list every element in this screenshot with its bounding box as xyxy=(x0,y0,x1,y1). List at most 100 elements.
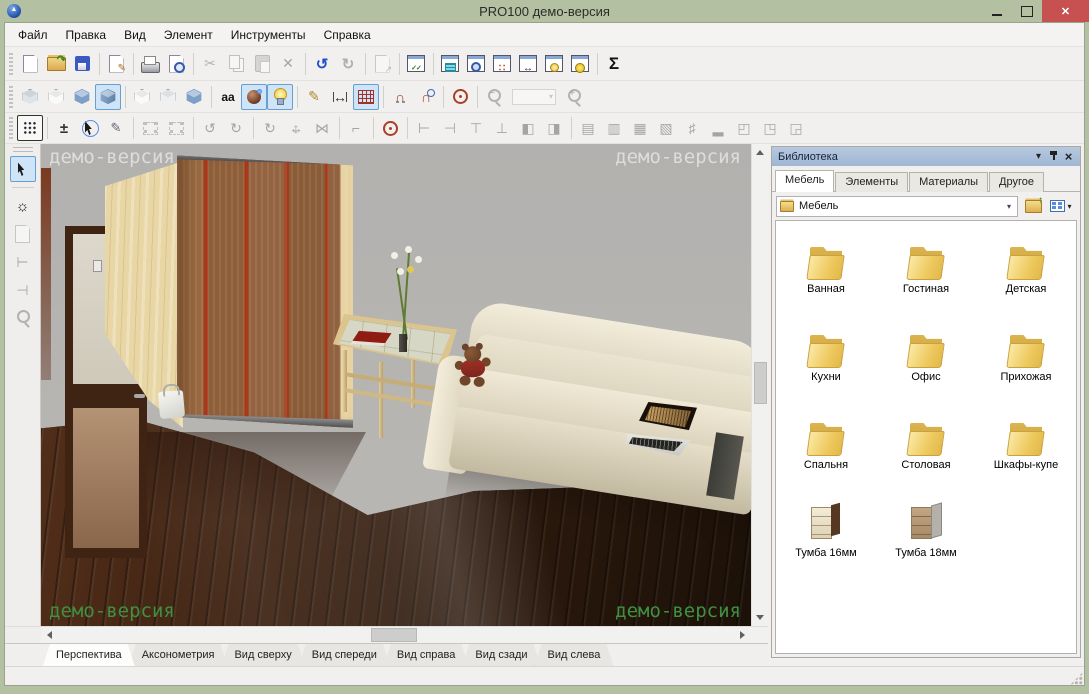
align-top[interactable]: ⊤ xyxy=(463,115,489,141)
report-price[interactable] xyxy=(567,51,593,77)
zoom-out[interactable]: − xyxy=(481,84,507,110)
undo[interactable]: ↺ xyxy=(309,51,335,77)
zoom-in[interactable]: + xyxy=(561,84,587,110)
library-tab[interactable]: Материалы xyxy=(909,172,988,192)
vertical-scrollbar[interactable] xyxy=(751,144,768,626)
align-bottom[interactable]: ⊥ xyxy=(489,115,515,141)
chevron-down-icon[interactable] xyxy=(1001,197,1017,216)
library-item[interactable]: Ванная xyxy=(776,227,876,315)
scroll-up-arrow[interactable] xyxy=(752,144,769,161)
horizontal-scroll-thumb[interactable] xyxy=(371,628,417,642)
rotate[interactable]: ↻ xyxy=(257,115,283,141)
shrink-right[interactable]: ◳ xyxy=(757,115,783,141)
pin-icon[interactable] xyxy=(1046,149,1061,164)
center-view[interactable] xyxy=(447,84,473,110)
view-tab[interactable]: Вид справа xyxy=(384,644,469,666)
menu-down-icon[interactable] xyxy=(1031,149,1046,164)
select-pointer[interactable] xyxy=(10,156,36,182)
scroll-down-arrow[interactable] xyxy=(752,609,769,626)
add-element[interactable]: ± xyxy=(51,115,77,141)
vertical-scroll-thumb[interactable] xyxy=(754,362,767,404)
shape[interactable] xyxy=(10,221,36,247)
align-right[interactable]: ⊣ xyxy=(437,115,463,141)
close-icon[interactable] xyxy=(1061,149,1076,164)
toolbar-grip[interactable] xyxy=(13,147,33,152)
shrink-left[interactable]: ◰ xyxy=(731,115,757,141)
library-item[interactable]: Тумба 18мм xyxy=(876,491,976,579)
toolbar-grip[interactable] xyxy=(9,86,13,108)
toolbar-grip[interactable] xyxy=(9,53,13,75)
report-preview[interactable] xyxy=(463,51,489,77)
view-frame[interactable] xyxy=(155,84,181,110)
menu-item[interactable]: Инструменты xyxy=(222,28,315,42)
library-item[interactable]: Спальня xyxy=(776,403,876,491)
copy[interactable] xyxy=(223,51,249,77)
show-labels[interactable]: aa xyxy=(215,84,241,110)
library-item[interactable]: Прихожая xyxy=(976,315,1076,403)
view-contour[interactable] xyxy=(129,84,155,110)
maximize-icon[interactable] xyxy=(1012,0,1042,22)
report-elements[interactable] xyxy=(437,51,463,77)
resize-grip[interactable] xyxy=(1070,672,1083,685)
delete[interactable]: ✕ xyxy=(275,51,301,77)
library-item[interactable]: Тумба 16мм xyxy=(776,491,876,579)
center-element[interactable] xyxy=(377,115,403,141)
clone-left[interactable]: ◧ xyxy=(515,115,541,141)
folder-up-icon[interactable] xyxy=(1021,195,1046,217)
print[interactable] xyxy=(137,51,163,77)
view-tab[interactable]: Вид сверху xyxy=(221,644,304,666)
view-tab[interactable]: Аксонометрия xyxy=(129,644,228,666)
view-mode-icon[interactable] xyxy=(1046,195,1076,217)
minimize-icon[interactable] xyxy=(982,0,1012,22)
view-tab[interactable]: Вид спереди xyxy=(299,644,390,666)
group[interactable] xyxy=(137,115,163,141)
redo[interactable]: ↻ xyxy=(335,51,361,77)
library-item[interactable]: Гостиная xyxy=(876,227,976,315)
pattern-grid[interactable] xyxy=(17,115,43,141)
distribute-right[interactable]: ▦ xyxy=(627,115,653,141)
view-tab[interactable]: Вид слева xyxy=(535,644,614,666)
view-solid[interactable] xyxy=(69,84,95,110)
menu-item[interactable]: Справка xyxy=(315,28,380,42)
library-item[interactable]: Офис xyxy=(876,315,976,403)
distribute-top[interactable]: ▧ xyxy=(653,115,679,141)
library-tab[interactable]: Мебель xyxy=(775,170,834,192)
snap-center[interactable]: ∩ xyxy=(413,84,439,110)
view-wireframe[interactable] xyxy=(17,84,43,110)
measure-height[interactable]: ⊣ xyxy=(10,277,36,303)
clone-right[interactable]: ◨ xyxy=(541,115,567,141)
print-preview[interactable] xyxy=(163,51,189,77)
report-structure[interactable] xyxy=(489,51,515,77)
library-tab[interactable]: Другое xyxy=(989,172,1044,192)
new-document[interactable] xyxy=(17,51,43,77)
summary[interactable]: Σ xyxy=(601,51,627,77)
horizontal-scrollbar[interactable] xyxy=(41,627,751,643)
view-hidden[interactable] xyxy=(43,84,69,110)
measure-width[interactable]: ⊢ xyxy=(10,249,36,275)
library-tab[interactable]: Элементы xyxy=(835,172,908,192)
view-textured[interactable] xyxy=(95,84,121,110)
library-item[interactable]: Столовая xyxy=(876,403,976,491)
library-path-combobox[interactable]: Мебель xyxy=(776,196,1018,217)
rotate-y[interactable]: ↻ xyxy=(223,115,249,141)
show-materials[interactable] xyxy=(241,84,267,110)
cut[interactable]: ✂ xyxy=(197,51,223,77)
rotate-x[interactable]: ↺ xyxy=(197,115,223,141)
report-lighting[interactable] xyxy=(541,51,567,77)
edit-materials[interactable]: ✎ xyxy=(301,84,327,110)
menu-item[interactable]: Вид xyxy=(115,28,155,42)
show-lighting[interactable] xyxy=(267,84,293,110)
scroll-right-arrow[interactable] xyxy=(734,627,751,644)
menu-item[interactable]: Файл xyxy=(9,28,57,42)
menu-item[interactable]: Правка xyxy=(57,28,116,42)
ungroup[interactable] xyxy=(163,115,189,141)
edit-document[interactable] xyxy=(103,51,129,77)
paste[interactable] xyxy=(249,51,275,77)
save[interactable] xyxy=(69,51,95,77)
view-tab[interactable]: Вид сзади xyxy=(462,644,540,666)
toolbar-grip[interactable] xyxy=(9,117,13,139)
distribute-center[interactable]: ▥ xyxy=(601,115,627,141)
project-settings[interactable] xyxy=(403,51,429,77)
fit-grid[interactable]: ♯ xyxy=(679,115,705,141)
scroll-left-arrow[interactable] xyxy=(41,627,58,644)
